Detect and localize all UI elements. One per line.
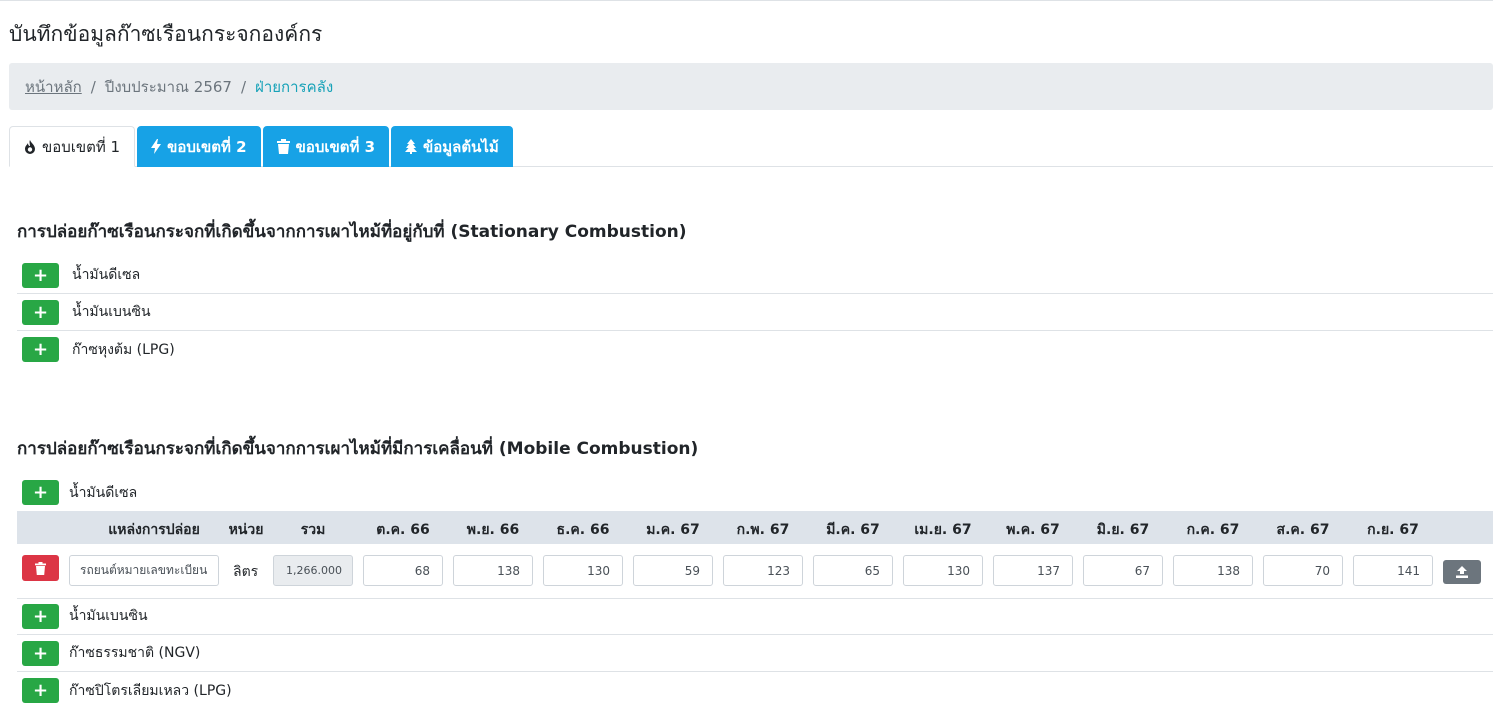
stationary-section-title: การปล่อยก๊าซเรือนกระจกที่เกิดขึ้นจากการเ…: [17, 222, 687, 242]
mobile-item-label: น้ำมันดีเซล: [69, 484, 138, 501]
breadcrumb-separator: /: [240, 77, 247, 96]
month-input[interactable]: 65: [813, 555, 893, 586]
month-input[interactable]: 67: [1083, 555, 1163, 586]
tab-scope-1[interactable]: ขอบเขตที่ 1: [9, 126, 136, 167]
add-button[interactable]: +: [22, 480, 59, 505]
mobile-item-gasoline: + น้ำมันเบนซิน: [17, 598, 1493, 635]
mobile-item-ngv: + ก๊าซธรรมชาติ (NGV): [17, 635, 1493, 672]
scope-tabs: ขอบเขตที่ 1 ขอบเขตที่ 2 ขอบเขตที่ 3 ข้อม…: [9, 126, 1493, 167]
column-header-unit: หน่วย: [228, 522, 264, 538]
breadcrumb-year: ปีงบประมาณ 2567: [104, 77, 232, 96]
breadcrumb-separator: /: [90, 77, 96, 96]
add-button[interactable]: +: [22, 640, 59, 666]
fire-icon: [24, 139, 36, 154]
add-button[interactable]: +: [22, 678, 59, 703]
month-input[interactable]: 138: [453, 555, 533, 586]
month-input[interactable]: 59: [633, 555, 713, 586]
column-header-month: พ.ค. 67: [1006, 522, 1060, 538]
source-input[interactable]: รถยนต์หมายเลขทะเบียน: [69, 555, 219, 586]
column-header-total: รวม: [300, 522, 326, 538]
month-input[interactable]: 138: [1173, 555, 1253, 586]
column-header-month: ก.ย. 67: [1367, 522, 1419, 538]
delete-button[interactable]: [22, 555, 59, 581]
bolt-icon: [151, 139, 162, 154]
add-button[interactable]: +: [22, 603, 59, 629]
table-header: แหล่งการปล่อย หน่วย รวม ต.ค. 66 พ.ย. 66 …: [17, 511, 1493, 544]
column-header-month: เม.ย. 67: [914, 522, 972, 538]
month-input[interactable]: 70: [1263, 555, 1343, 586]
add-button[interactable]: +: [22, 262, 59, 288]
month-input[interactable]: 130: [903, 555, 983, 586]
stationary-item-diesel: + น้ำมันดีเซล: [17, 257, 1493, 294]
trash-icon: [276, 139, 290, 154]
stationary-item-lpg: + ก๊าซหุงต้ม (LPG): [17, 331, 1493, 368]
month-input[interactable]: 137: [993, 555, 1073, 586]
mobile-item-label: ก๊าซธรรมชาติ (NGV): [69, 645, 201, 661]
stationary-item-label: น้ำมันดีเซล: [72, 267, 141, 283]
mobile-item-lpg: + ก๊าซปิโตรเลียมเหลว (LPG): [17, 672, 1493, 709]
tab-tree-data-label: ข้อมูลต้นไม้: [423, 137, 499, 156]
stationary-item-label: น้ำมันเบนซิน: [72, 304, 151, 320]
month-input[interactable]: 123: [723, 555, 803, 586]
column-header-month: ม.ค. 67: [646, 522, 700, 538]
month-input[interactable]: 68: [363, 555, 443, 586]
total-field: 1,266.000: [273, 555, 353, 586]
add-button[interactable]: +: [22, 299, 59, 325]
mobile-item-label: ก๊าซปิโตรเลียมเหลว (LPG): [69, 682, 232, 699]
trash-icon: [35, 561, 46, 575]
column-header-month: ส.ค. 67: [1276, 522, 1330, 538]
column-header-month: มิ.ย. 67: [1096, 522, 1150, 538]
table-row: รถยนต์หมายเลขทะเบียน ลิตร 1,266.000 68 1…: [17, 544, 1493, 599]
month-input[interactable]: 141: [1353, 555, 1433, 586]
column-header-month: มี.ค. 67: [826, 522, 880, 538]
breadcrumb-department: ฝ่ายการคลัง: [255, 77, 334, 96]
column-header-month: ก.ค. 67: [1186, 522, 1240, 538]
column-header-month: ธ.ค. 66: [556, 522, 610, 538]
unit-text: ลิตร: [233, 564, 259, 580]
tab-scope-3-label: ขอบเขตที่ 3: [295, 137, 376, 156]
tree-icon: [405, 139, 418, 154]
tab-scope-2[interactable]: ขอบเขตที่ 2: [137, 126, 261, 167]
column-header-month: พ.ย. 66: [466, 522, 520, 538]
tab-scope-2-label: ขอบเขตที่ 2: [167, 137, 247, 156]
mobile-item-diesel: + น้ำมันดีเซล: [17, 474, 1493, 511]
mobile-section-title: การปล่อยก๊าซเรือนกระจกที่เกิดขึ้นจากการเ…: [17, 439, 699, 459]
upload-button[interactable]: [1443, 560, 1481, 584]
stationary-item-label: ก๊าซหุงต้ม (LPG): [72, 341, 175, 358]
stationary-item-gasoline: + น้ำมันเบนซิน: [17, 294, 1493, 331]
breadcrumb-home-link[interactable]: หน้าหลัก: [25, 75, 82, 99]
upload-icon: [1456, 566, 1468, 578]
page-title: บันทึกข้อมูลก๊าซเรือนกระจกองค์กร: [9, 22, 323, 46]
top-border: [0, 0, 1493, 1]
tab-tree-data[interactable]: ข้อมูลต้นไม้: [391, 126, 513, 167]
month-input[interactable]: 130: [543, 555, 623, 586]
add-button[interactable]: +: [22, 337, 59, 362]
column-header-month: ก.พ. 67: [736, 522, 790, 538]
breadcrumb: หน้าหลัก / ปีงบประมาณ 2567 / ฝ่ายการคลัง: [9, 63, 1493, 110]
tab-scope-1-label: ขอบเขตที่ 1: [42, 137, 121, 156]
mobile-item-label: น้ำมันเบนซิน: [69, 608, 148, 624]
tab-scope-3[interactable]: ขอบเขตที่ 3: [262, 126, 390, 167]
column-header-month: ต.ค. 66: [376, 522, 430, 538]
column-header-source: แหล่งการปล่อย: [108, 522, 200, 538]
